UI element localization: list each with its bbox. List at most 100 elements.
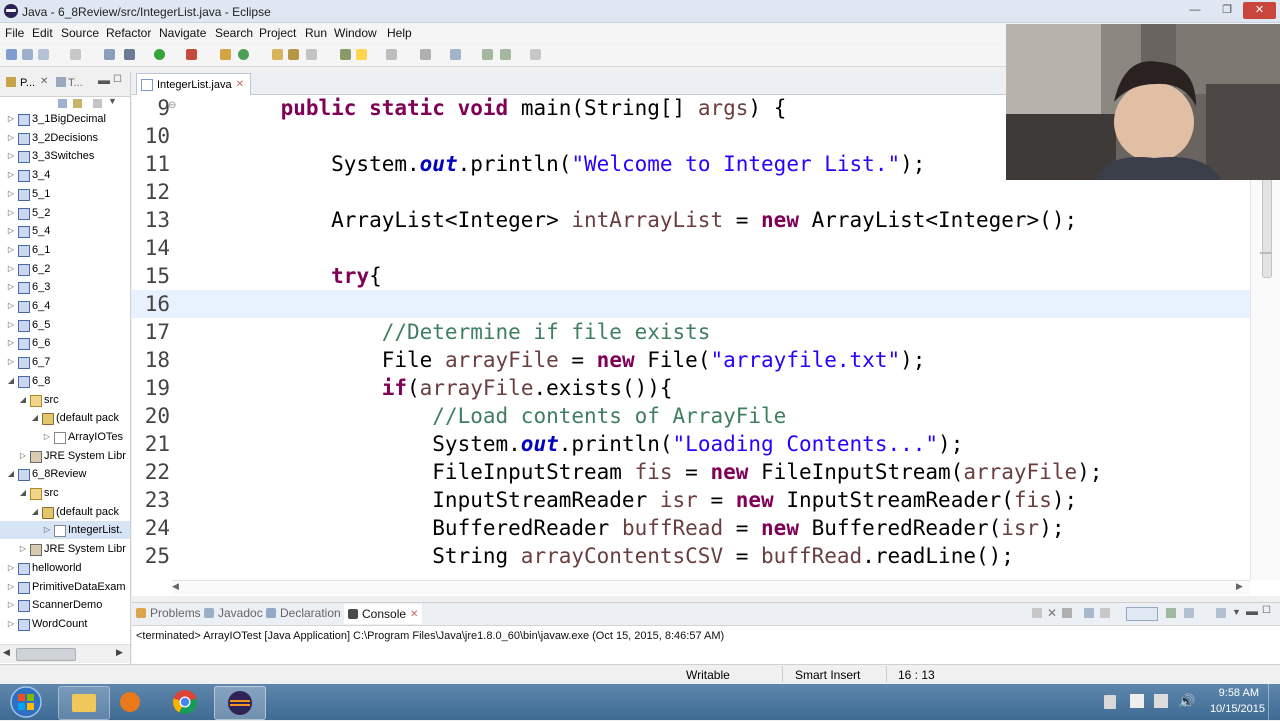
tree-item[interactable]: ◢ src <box>0 484 130 502</box>
tree-item[interactable]: ▷ 3_1BigDecimal <box>0 110 130 128</box>
view-menu-icon[interactable] <box>93 99 102 108</box>
menu-navigate[interactable]: Navigate <box>159 26 206 40</box>
menu-run[interactable]: Run <box>305 26 327 40</box>
collapse-all-icon[interactable] <box>58 99 67 108</box>
maximize-view-icon[interactable]: ☐ <box>113 74 122 85</box>
print-icon[interactable] <box>70 49 81 60</box>
tree-item[interactable]: ▷ ScannerDemo <box>0 596 130 614</box>
tree-item[interactable]: ▷ helloworld <box>0 559 130 577</box>
code-line[interactable]: 14 <box>132 234 1250 262</box>
highlight-icon[interactable] <box>356 49 367 60</box>
menu-search[interactable]: Search <box>215 26 253 40</box>
open-type-icon[interactable] <box>272 49 283 60</box>
forward-icon[interactable] <box>500 49 511 60</box>
start-button[interactable] <box>6 686 46 718</box>
fold-toggle-icon[interactable]: ⊖ <box>168 100 176 111</box>
taskbar-media-player[interactable] <box>106 686 156 718</box>
tree-item[interactable]: ▷ 3_4 <box>0 166 130 184</box>
editor-tab[interactable]: IntegerList.java ✕ <box>136 73 251 95</box>
eclipse-app-icon[interactable] <box>4 4 18 18</box>
external-tools-icon[interactable] <box>186 49 197 60</box>
collapse-arrow-icon[interactable]: ◢ <box>30 503 40 521</box>
close-tab-icon[interactable]: ✕ <box>236 79 244 90</box>
expand-arrow-icon[interactable]: ▷ <box>6 278 16 296</box>
collapse-arrow-icon[interactable]: ◢ <box>6 465 16 483</box>
tree-item[interactable]: ▷ 5_4 <box>0 222 130 240</box>
show-desktop-button[interactable] <box>1268 684 1280 720</box>
remove-all-icon[interactable] <box>1062 608 1072 618</box>
clear-console-icon[interactable] <box>1100 608 1110 618</box>
expand-arrow-icon[interactable]: ▷ <box>18 447 28 465</box>
action-center-icon[interactable] <box>1130 694 1144 708</box>
menu-refactor[interactable]: Refactor <box>106 26 151 40</box>
menu-help[interactable]: Help <box>387 26 412 40</box>
next-annotation-icon[interactable] <box>420 49 431 60</box>
maximize-view-icon[interactable]: ☐ <box>1262 605 1271 616</box>
code-line[interactable]: 18 File arrayFile = new File("arrayfile.… <box>132 346 1250 374</box>
expand-arrow-icon[interactable]: ▷ <box>6 147 16 165</box>
pin-console-icon[interactable] <box>1126 607 1158 621</box>
last-edit-icon[interactable] <box>450 49 461 60</box>
code-line[interactable]: 22 FileInputStream fis = new FileInputSt… <box>132 458 1250 486</box>
code-line[interactable]: 17 //Determine if file exists <box>132 318 1250 346</box>
new-class-icon[interactable] <box>238 49 249 60</box>
tab-package-explorer[interactable]: P... <box>20 77 35 89</box>
view-menu-chevron-icon[interactable]: ▼ <box>1232 607 1241 617</box>
code-line[interactable]: 13 ArrayList<Integer> intArrayList = new… <box>132 206 1250 234</box>
expand-arrow-icon[interactable]: ▷ <box>6 129 16 147</box>
save-all-icon[interactable] <box>38 49 49 60</box>
expand-arrow-icon[interactable]: ▷ <box>42 521 52 539</box>
scroll-right-icon[interactable]: ▶ <box>1236 581 1243 592</box>
collapse-arrow-icon[interactable]: ◢ <box>18 391 28 409</box>
clock-date[interactable]: 10/15/2015 <box>1203 703 1265 715</box>
menu-window[interactable]: Window <box>334 26 377 40</box>
minimize-view-icon[interactable]: ▬ <box>98 73 110 87</box>
taskbar-eclipse[interactable] <box>214 686 266 720</box>
tree-item[interactable]: ◢ (default pack <box>0 503 130 521</box>
new-icon[interactable] <box>6 49 17 60</box>
expand-arrow-icon[interactable]: ▷ <box>6 204 16 222</box>
restore-button[interactable]: ❐ <box>1214 2 1240 19</box>
explorer-hscrollbar[interactable]: ◀ ▶ <box>0 644 130 663</box>
forward-history-icon[interactable] <box>530 49 541 60</box>
remove-launch-icon[interactable]: ✕ <box>1047 606 1057 620</box>
collapse-arrow-icon[interactable]: ◢ <box>30 409 40 427</box>
expand-arrow-icon[interactable]: ▷ <box>18 540 28 558</box>
code-line[interactable]: 24 BufferedReader buffRead = new Buffere… <box>132 514 1250 542</box>
open-task-icon[interactable] <box>288 49 299 60</box>
view-menu-icon[interactable] <box>1216 608 1226 618</box>
volume-icon[interactable]: 🔊 <box>1178 693 1195 710</box>
expand-arrow-icon[interactable]: ▷ <box>6 241 16 259</box>
expand-arrow-icon[interactable]: ▷ <box>6 334 16 352</box>
tree-item[interactable]: ▷ JRE System Libr <box>0 540 130 558</box>
minimize-button[interactable]: — <box>1182 2 1208 19</box>
annotation-icon[interactable] <box>340 49 351 60</box>
tab-console[interactable]: Console ✕ <box>344 604 423 624</box>
expand-arrow-icon[interactable]: ▷ <box>6 316 16 334</box>
tree-item[interactable]: ▷ 6_2 <box>0 260 130 278</box>
tree-item[interactable]: ▷ WordCount <box>0 615 130 633</box>
expand-arrow-icon[interactable]: ▷ <box>6 297 16 315</box>
tree-item[interactable]: ▷ PrimitiveDataExam <box>0 578 130 596</box>
menu-project[interactable]: Project <box>259 26 296 40</box>
display-console-icon[interactable] <box>1166 608 1176 618</box>
console-output[interactable]: <terminated> ArrayIOTest [Java Applicati… <box>136 630 724 642</box>
menu-file[interactable]: File <box>5 26 24 40</box>
tree-item[interactable]: ▷ 5_2 <box>0 204 130 222</box>
tree-item[interactable]: ▷ 6_7 <box>0 353 130 371</box>
expand-arrow-icon[interactable]: ▷ <box>6 596 16 614</box>
tree-item[interactable]: ◢ 6_8Review <box>0 465 130 483</box>
show-whitespace-icon[interactable] <box>386 49 397 60</box>
terminate-icon[interactable] <box>1032 608 1042 618</box>
code-line[interactable]: 20 //Load contents of ArrayFile <box>132 402 1250 430</box>
toggle-icon[interactable] <box>104 49 115 60</box>
tab-javadoc[interactable]: Javadoc <box>204 606 263 620</box>
taskbar-explorer[interactable] <box>58 686 110 720</box>
code-line[interactable]: 19 if(arrayFile.exists()){ <box>132 374 1250 402</box>
code-line[interactable]: 25 String arrayContentsCSV = buffRead.re… <box>132 542 1250 570</box>
taskbar-chrome[interactable] <box>160 686 210 718</box>
close-window-button[interactable]: ✕ <box>1243 2 1276 19</box>
scroll-thumb[interactable] <box>16 648 76 661</box>
search-icon[interactable] <box>306 49 317 60</box>
expand-arrow-icon[interactable]: ▷ <box>6 166 16 184</box>
